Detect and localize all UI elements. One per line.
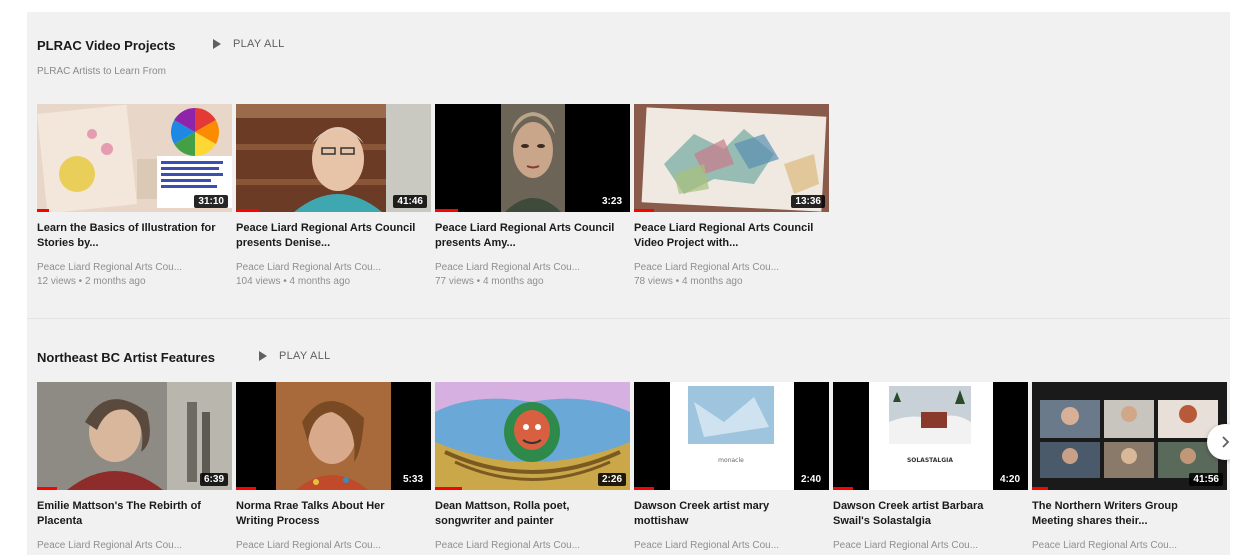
duration-badge: 31:10	[194, 195, 228, 208]
duration-badge: 2:40	[796, 473, 825, 486]
video-title[interactable]: Dean Mattson, Rolla poet, songwriter and…	[435, 499, 615, 529]
video-card[interactable]: 31:10 Learn the Basics of Illustration f…	[37, 104, 232, 289]
channel-name[interactable]: Peace Liard Regional Arts Cou...	[236, 261, 416, 275]
video-title[interactable]: Dawson Creek artist mary mottishaw	[634, 499, 814, 529]
video-card[interactable]: 2:26 Dean Mattson, Rolla poet, songwrite…	[435, 382, 630, 553]
play-all-label: PLAY ALL	[233, 38, 285, 50]
channel-name[interactable]: Peace Liard Regional Arts Cou...	[833, 539, 1013, 553]
watch-progress-bar	[435, 209, 459, 212]
video-card[interactable]: 6:39 Emilie Mattson's The Rebirth of Pla…	[37, 382, 232, 553]
duration-badge: 6:39	[199, 473, 228, 486]
chevron-right-icon	[1222, 436, 1230, 448]
channel-name[interactable]: Peace Liard Regional Arts Cou...	[435, 261, 615, 275]
channel-name[interactable]: Peace Liard Regional Arts Cou...	[435, 539, 615, 553]
duration-badge: 3:23	[597, 195, 626, 208]
play-icon	[259, 351, 267, 361]
video-title[interactable]: The Northern Writers Group Meeting share…	[1032, 499, 1212, 529]
shelf-plrac-video-projects: PLRAC Video Projects PLAY ALL PLRAC Arti…	[27, 12, 1230, 317]
channel-name[interactable]: Peace Liard Regional Arts Cou...	[1032, 539, 1212, 553]
channel-name[interactable]: Peace Liard Regional Arts Cou...	[634, 261, 814, 275]
watch-progress-bar	[236, 487, 256, 490]
video-card[interactable]: 41:56 The Northern Writers Group Meeting…	[1032, 382, 1227, 553]
video-thumbnail[interactable]: 5:33	[236, 382, 431, 490]
channel-name[interactable]: Peace Liard Regional Arts Cou...	[37, 539, 217, 553]
video-title[interactable]: Learn the Basics of Illustration for Sto…	[37, 221, 217, 251]
shelf-northeast-bc-artist-features: Northeast BC Artist Features PLAY ALL 6:…	[27, 318, 1230, 555]
video-thumbnail[interactable]: 41:46	[236, 104, 431, 212]
video-title[interactable]: Peace Liard Regional Arts Council presen…	[435, 221, 615, 251]
play-all-label: PLAY ALL	[279, 350, 331, 362]
video-card[interactable]: SOLASTALGIA 4:20 Dawson Creek artist Bar…	[833, 382, 1028, 553]
shelf-title[interactable]: Northeast BC Artist Features	[37, 350, 215, 365]
duration-badge: 41:46	[393, 195, 427, 208]
video-card[interactable]: monacle 2:40 Dawson Creek artist mary mo…	[634, 382, 829, 553]
thumbnail-caption: monacle	[718, 457, 744, 464]
video-meta: 104 views • 4 months ago	[236, 276, 351, 287]
watch-progress-bar	[435, 487, 463, 490]
channel-name[interactable]: Peace Liard Regional Arts Cou...	[37, 261, 217, 275]
video-thumbnail[interactable]: 2:26	[435, 382, 630, 490]
video-card[interactable]: 5:33 Norma Rrae Talks About Her Writing …	[236, 382, 431, 553]
play-all-button[interactable]: PLAY ALL	[259, 350, 331, 362]
video-card[interactable]: 3:23 Peace Liard Regional Arts Council p…	[435, 104, 630, 289]
watch-progress-bar	[833, 487, 853, 490]
video-meta: 77 views • 4 months ago	[435, 276, 544, 287]
video-thumbnail[interactable]: monacle 2:40	[634, 382, 829, 490]
duration-badge: 5:33	[398, 473, 427, 486]
watch-progress-bar	[236, 209, 260, 212]
shelf-title[interactable]: PLRAC Video Projects	[37, 38, 175, 53]
thumbnail-caption: SOLASTALGIA	[907, 457, 953, 464]
duration-badge: 13:36	[791, 195, 825, 208]
watch-progress-bar	[634, 209, 654, 212]
duration-badge: 41:56	[1189, 473, 1223, 486]
channel-shelves-panel: PLRAC Video Projects PLAY ALL PLRAC Arti…	[27, 12, 1230, 555]
video-thumbnail[interactable]: SOLASTALGIA 4:20	[833, 382, 1028, 490]
duration-badge: 4:20	[995, 473, 1024, 486]
video-card[interactable]: 41:46 Peace Liard Regional Arts Council …	[236, 104, 431, 289]
watch-progress-bar	[634, 487, 654, 490]
play-icon	[213, 39, 221, 49]
video-card[interactable]: 13:36 Peace Liard Regional Arts Council …	[634, 104, 829, 289]
video-thumbnail[interactable]: 6:39	[37, 382, 232, 490]
channel-name[interactable]: Peace Liard Regional Arts Cou...	[236, 539, 416, 553]
video-title[interactable]: Peace Liard Regional Arts Council Video …	[634, 221, 814, 251]
video-title[interactable]: Peace Liard Regional Arts Council presen…	[236, 221, 416, 251]
video-row: 31:10 Learn the Basics of Illustration f…	[37, 104, 829, 289]
channel-name[interactable]: Peace Liard Regional Arts Cou...	[634, 539, 814, 553]
play-all-button[interactable]: PLAY ALL	[213, 38, 285, 50]
watch-progress-bar	[37, 209, 49, 212]
video-thumbnail[interactable]: 13:36	[634, 104, 829, 212]
video-title[interactable]: Dawson Creek artist Barbara Swail's Sola…	[833, 499, 1013, 529]
video-thumbnail[interactable]: 31:10	[37, 104, 232, 212]
video-thumbnail[interactable]: 41:56	[1032, 382, 1227, 490]
watch-progress-bar	[37, 487, 57, 490]
video-title[interactable]: Emilie Mattson's The Rebirth of Placenta	[37, 499, 217, 529]
video-meta: 12 views • 2 months ago	[37, 276, 146, 287]
duration-badge: 2:26	[597, 473, 626, 486]
shelf-subtitle: PLRAC Artists to Learn From	[37, 66, 166, 77]
video-thumbnail[interactable]: 3:23	[435, 104, 630, 212]
video-meta: 78 views • 4 months ago	[634, 276, 743, 287]
video-row: 6:39 Emilie Mattson's The Rebirth of Pla…	[37, 382, 1227, 553]
video-title[interactable]: Norma Rrae Talks About Her Writing Proce…	[236, 499, 416, 529]
watch-progress-bar	[1032, 487, 1048, 490]
